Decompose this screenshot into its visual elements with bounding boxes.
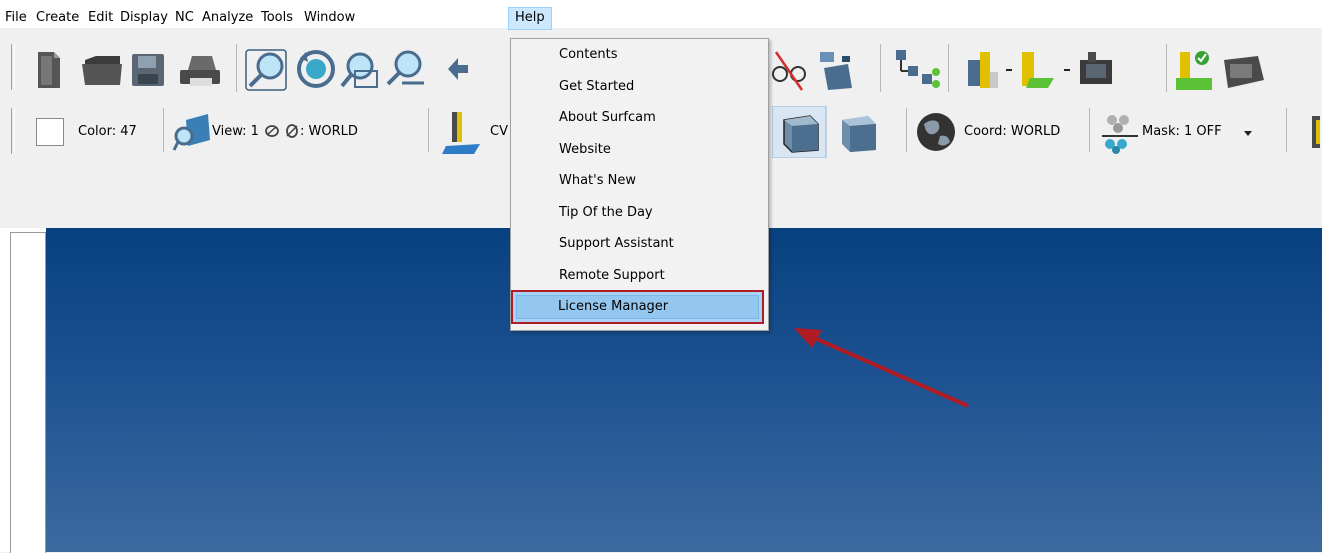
toolbar-separator xyxy=(1089,108,1090,152)
mask-label[interactable]: Mask: 1 OFF xyxy=(1142,124,1222,139)
toolbar-separator xyxy=(163,108,164,152)
menu-item-contents[interactable]: Contents xyxy=(559,41,617,69)
toolbar-separator xyxy=(906,108,907,152)
menu-item-remote-support[interactable]: Remote Support xyxy=(559,262,665,290)
menu-item-website[interactable]: Website xyxy=(559,136,611,164)
partial-tool-icon[interactable] xyxy=(1298,110,1322,154)
menu-item-support-assistant[interactable]: Support Assistant xyxy=(559,230,674,258)
view-label[interactable]: View: 1 xyxy=(212,124,259,139)
cube-icons xyxy=(772,106,876,158)
menu-window[interactable]: Window xyxy=(302,8,357,28)
new-file-icon[interactable] xyxy=(38,52,60,88)
coord-label[interactable]: Coord: WORLD xyxy=(964,124,1060,139)
machine-icon[interactable] xyxy=(1224,56,1264,88)
layers-icon[interactable] xyxy=(820,52,852,90)
main-toolbar-icons xyxy=(38,44,468,92)
menu-file[interactable]: File xyxy=(3,8,29,28)
menu-bar: File Create Edit Display NC Analyze Tool… xyxy=(0,0,1322,30)
rotate-view-icon[interactable] xyxy=(297,50,335,88)
cv-label[interactable]: CV xyxy=(490,124,508,139)
view-icon[interactable] xyxy=(172,110,212,154)
verify-icon[interactable] xyxy=(1176,51,1212,90)
mask-icon[interactable] xyxy=(1098,110,1142,154)
view-world-icon xyxy=(265,124,298,138)
toolbar-separator xyxy=(428,108,429,152)
open-folder-icon[interactable] xyxy=(82,56,122,85)
hide-icon[interactable] xyxy=(772,51,806,91)
help-menu-dropdown: Contents Get Started About Surfcam Websi… xyxy=(510,38,769,331)
globe-icon[interactable] xyxy=(914,110,958,154)
menu-item-whats-new[interactable]: What's New xyxy=(559,167,636,195)
save-icon[interactable] xyxy=(132,54,164,86)
zoom-out-icon[interactable] xyxy=(386,50,424,86)
menu-help[interactable]: Help xyxy=(508,7,552,30)
annotation-arrow-icon xyxy=(794,328,969,408)
tree-icon[interactable] xyxy=(896,50,940,88)
tool-icon[interactable] xyxy=(968,52,998,88)
menu-nc[interactable]: NC xyxy=(173,8,196,28)
toolbar-gripper[interactable] xyxy=(11,44,15,90)
menu-display[interactable]: Display xyxy=(118,8,170,28)
menu-create[interactable]: Create xyxy=(34,8,81,28)
license-manager-label: License Manager xyxy=(558,299,669,314)
menu-item-about-surfcam[interactable]: About Surfcam xyxy=(559,104,656,132)
menu-tools[interactable]: Tools xyxy=(259,8,295,28)
color-swatch[interactable] xyxy=(36,118,64,146)
menu-analyze[interactable]: Analyze xyxy=(200,8,255,28)
menu-item-get-started[interactable]: Get Started xyxy=(559,73,634,101)
mask-dropdown-arrow-icon[interactable] xyxy=(1244,131,1252,136)
world-label[interactable]: : WORLD xyxy=(300,124,358,139)
menu-item-license-manager[interactable]: License Manager xyxy=(511,290,764,324)
menu-edit[interactable]: Edit xyxy=(86,8,115,28)
left-panel[interactable] xyxy=(10,232,46,553)
toolbar-gripper[interactable] xyxy=(11,108,15,154)
cv-tool-icon[interactable] xyxy=(440,108,486,156)
print-icon[interactable] xyxy=(180,56,220,86)
zoom-window-icon[interactable] xyxy=(245,49,287,91)
main-toolbar-icons-right xyxy=(772,44,1264,92)
menu-item-tip-of-the-day[interactable]: Tip Of the Day xyxy=(559,199,653,227)
toolbar-separator xyxy=(1286,108,1287,152)
solid-cube-icon[interactable] xyxy=(842,116,876,152)
shaded-cube-icon[interactable] xyxy=(783,115,819,153)
fixture-icon[interactable] xyxy=(1080,52,1112,84)
lathe-tool-icon[interactable] xyxy=(1022,52,1054,88)
zoom-fit-icon[interactable] xyxy=(340,52,378,88)
pan-icon[interactable] xyxy=(448,58,468,80)
color-label[interactable]: Color: 47 xyxy=(78,124,137,139)
